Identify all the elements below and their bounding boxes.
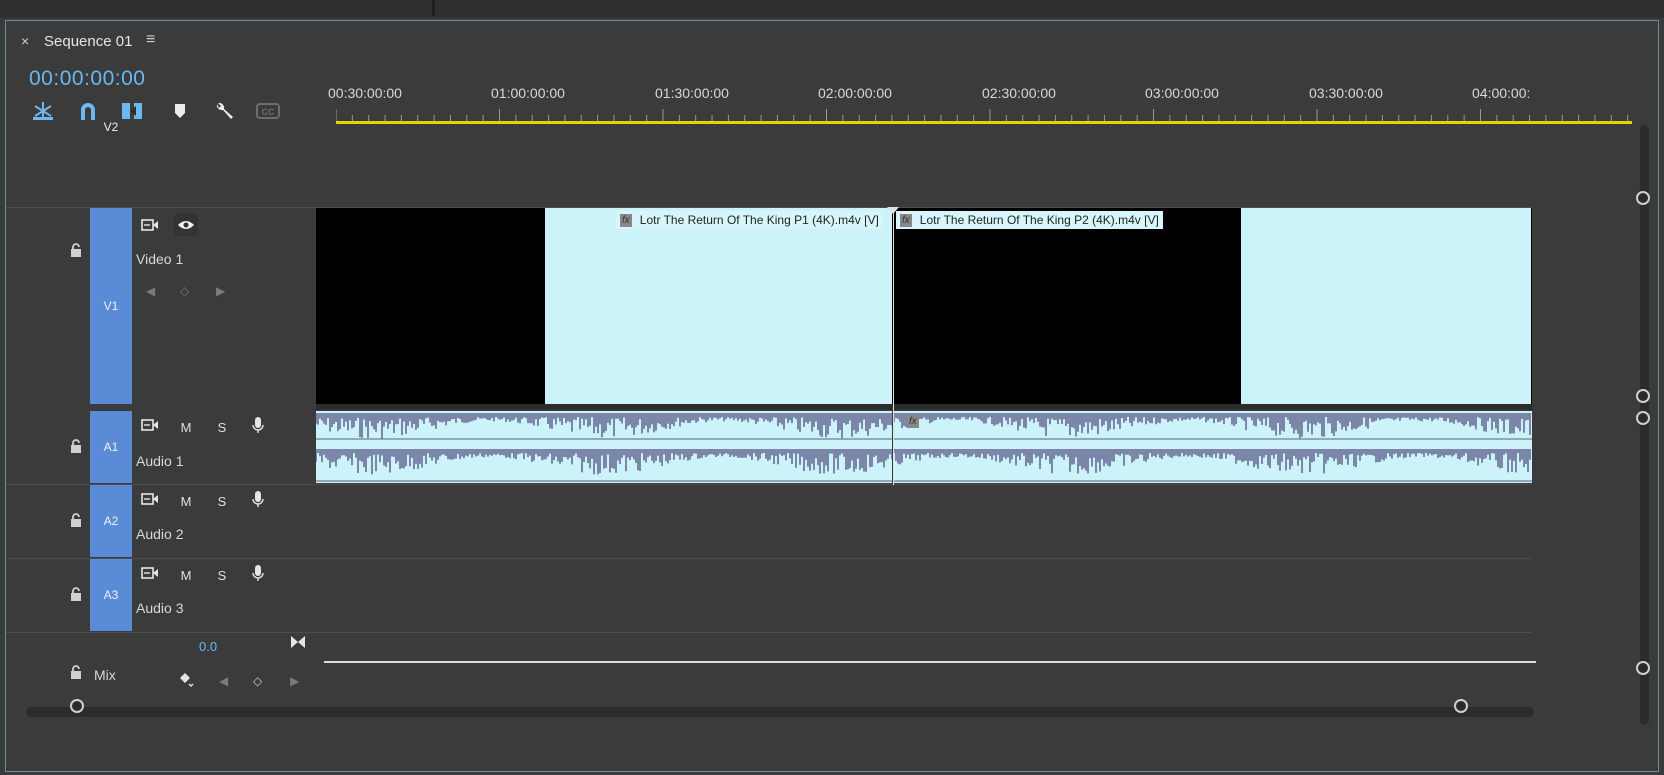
playhead-marker-icon[interactable] <box>887 207 899 214</box>
microphone-icon[interactable] <box>246 488 270 510</box>
sync-lock-icon[interactable] <box>138 414 162 436</box>
clip-label-p1[interactable]: fx Lotr The Return Of The King P1 (4K).m… <box>616 211 883 229</box>
toggle-output-eye-icon[interactable] <box>174 214 198 236</box>
track-target-a2[interactable]: A2 <box>90 485 132 557</box>
vertical-zoom-handle-top[interactable] <box>1636 191 1650 205</box>
clip-name: Lotr The Return Of The King P2 (4K).m4v … <box>919 213 1159 227</box>
lock-icon[interactable] <box>70 665 82 682</box>
svg-text:CC: CC <box>262 107 275 117</box>
vertical-scrollbar[interactable] <box>1640 125 1649 725</box>
wrench-settings-icon[interactable] <box>210 99 238 123</box>
track-divider <box>6 632 1532 633</box>
top-strip <box>0 0 1664 18</box>
track-name-v1[interactable]: Video 1 <box>136 251 183 267</box>
lock-icon[interactable] <box>70 243 82 260</box>
clip-label-p2[interactable]: fx Lotr The Return Of The King P2 (4K).m… <box>896 211 1163 229</box>
fx-badge-icon: fx <box>620 213 632 227</box>
add-keyframe-icon[interactable]: ◇ <box>253 674 262 688</box>
solo-button[interactable]: S <box>210 564 234 586</box>
prev-keyframe-icon[interactable]: ◀ <box>146 284 155 298</box>
clip-p1[interactable] <box>545 208 892 404</box>
audio-waveform <box>315 413 1532 482</box>
panel-menu-icon[interactable]: ≡ <box>146 31 155 49</box>
bowtie-icon[interactable] <box>290 635 306 654</box>
ruler-time-label: 00:30:00:00 <box>328 85 402 101</box>
track-target-a1[interactable]: A1 <box>90 411 132 483</box>
ruler-ticks <box>336 109 1629 121</box>
track-divider <box>6 484 1532 485</box>
audio-zoom-handle-top[interactable] <box>1636 411 1650 425</box>
video-audio-divider[interactable] <box>316 404 1532 410</box>
add-keyframe-icon[interactable]: ◇ <box>180 284 189 298</box>
sequence-title[interactable]: Sequence 01 <box>44 33 132 50</box>
sync-lock-icon[interactable] <box>138 214 162 236</box>
lock-icon[interactable] <box>70 439 82 456</box>
track-name-a3[interactable]: Audio 3 <box>136 600 183 616</box>
horizontal-zoom-handle-left[interactable] <box>70 699 84 713</box>
ruler-time-label: 04:00:00: <box>1472 85 1531 101</box>
work-area-bar[interactable] <box>336 121 1632 124</box>
add-remove-keyframe-icon[interactable] <box>179 672 195 693</box>
fx-badge-icon: fx <box>907 415 919 428</box>
close-icon[interactable]: × <box>21 33 29 49</box>
clip-name: Lotr The Return Of The King P1 (4K).m4v … <box>639 213 879 227</box>
ruler-time-label: 03:30:00:00 <box>1309 85 1383 101</box>
mute-button[interactable]: M <box>174 564 198 586</box>
mix-track-label: Mix <box>94 667 116 683</box>
playhead-line[interactable] <box>893 208 894 485</box>
add-marker-icon[interactable] <box>166 99 194 123</box>
lock-icon[interactable] <box>70 587 82 604</box>
audio-zoom-handle-bottom[interactable] <box>1636 661 1650 675</box>
track-target-v2[interactable]: V2 <box>94 117 128 137</box>
ruler-time-label: 01:00:00:00 <box>491 85 565 101</box>
lock-icon[interactable] <box>70 513 82 530</box>
ruler-time-label: 02:30:00:00 <box>982 85 1056 101</box>
insert-overwrite-icon[interactable] <box>29 99 57 123</box>
microphone-icon[interactable] <box>246 562 270 584</box>
clip-p2-frame[interactable] <box>1241 208 1531 404</box>
mute-button[interactable]: M <box>174 490 198 512</box>
horizontal-scrollbar[interactable] <box>26 707 1534 717</box>
prev-keyframe-icon[interactable]: ◀ <box>219 674 228 688</box>
next-keyframe-icon[interactable]: ▶ <box>290 674 299 688</box>
ruler-time-label: 01:30:00:00 <box>655 85 729 101</box>
solo-button[interactable]: S <box>210 416 234 438</box>
next-keyframe-icon[interactable]: ▶ <box>216 284 225 298</box>
mix-volume-value[interactable]: 0.0 <box>199 639 217 654</box>
track-target-a3[interactable]: A3 <box>90 559 132 631</box>
track-target-v1[interactable]: V1 <box>90 208 132 404</box>
sync-lock-icon[interactable] <box>138 562 162 584</box>
microphone-icon[interactable] <box>246 414 270 436</box>
mix-volume-line[interactable] <box>324 661 1536 663</box>
playhead-timecode[interactable]: 00:00:00:00 <box>29 67 145 91</box>
audio-clip-a1[interactable] <box>315 411 1532 483</box>
track-name-a1[interactable]: Audio 1 <box>136 453 183 469</box>
track-divider <box>6 558 1532 559</box>
fx-badge-icon: fx <box>900 213 912 227</box>
solo-button[interactable]: S <box>210 490 234 512</box>
mute-button[interactable]: M <box>174 416 198 438</box>
captions-icon[interactable]: CC <box>254 99 282 123</box>
track-name-a2[interactable]: Audio 2 <box>136 526 183 542</box>
timeline-panel: × Sequence 01 ≡ 00:00:00:00 CC 00:30:00:… <box>5 20 1659 772</box>
ruler-time-label: 02:00:00:00 <box>818 85 892 101</box>
vertical-zoom-handle-bottom[interactable] <box>1636 389 1650 403</box>
horizontal-zoom-handle-right[interactable] <box>1454 699 1468 713</box>
panel-divider[interactable] <box>432 0 435 16</box>
ruler-time-label: 03:00:00:00 <box>1145 85 1219 101</box>
sync-lock-icon[interactable] <box>138 488 162 510</box>
